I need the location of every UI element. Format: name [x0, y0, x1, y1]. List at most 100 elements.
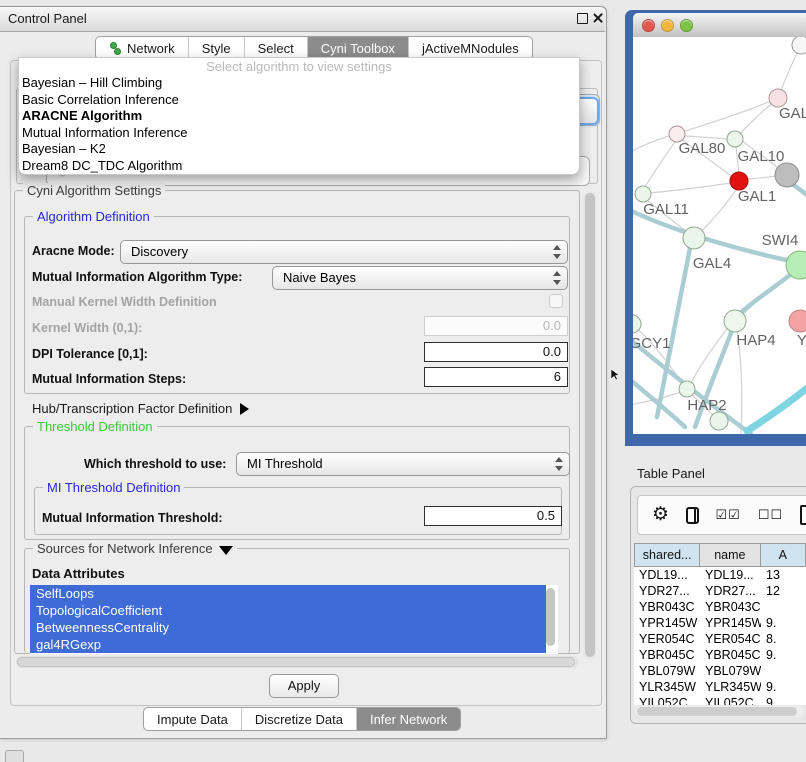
mi-type-select[interactable]: Naive Bayes — [272, 266, 568, 290]
window-minimize-light[interactable] — [661, 19, 674, 32]
tab-network[interactable]: Network — [96, 37, 188, 59]
scrollbar-thumb[interactable] — [17, 657, 575, 667]
table-cell — [761, 663, 806, 679]
panel-horizontal-scrollbar[interactable] — [16, 656, 578, 668]
tab-infer-network[interactable]: Infer Network — [356, 708, 460, 730]
hub-definition-label: Hub/Transcription Factor Definition — [32, 401, 232, 416]
attribute-item[interactable]: SelfLoops — [30, 585, 546, 602]
table-row[interactable]: YBL079WYBL079W — [634, 663, 806, 679]
document-icon[interactable] — [800, 505, 806, 525]
tab-impute-data[interactable]: Impute Data — [144, 708, 241, 730]
network-edge[interactable] — [684, 136, 727, 139]
table-row[interactable]: YDR27...YDR27...12 — [634, 583, 806, 599]
algorithm-option[interactable]: Dream8 DC_TDC Algorithm — [19, 158, 579, 175]
table-toolbar — [637, 495, 806, 535]
gear-icon[interactable] — [652, 505, 669, 525]
network-edge[interactable] — [701, 189, 737, 231]
selected-value: Naive Bayes — [283, 267, 356, 289]
table-cell: YBR045C — [634, 647, 700, 663]
minimized-panel-button[interactable] — [5, 750, 24, 762]
network-edge[interactable] — [633, 377, 685, 427]
attribute-item[interactable]: gal4RGexp — [30, 636, 546, 653]
network-edge[interactable] — [747, 176, 776, 179]
table-row[interactable]: YBR045CYBR045C9. — [634, 647, 806, 663]
split-columns-icon[interactable] — [686, 507, 698, 524]
table-cell: YBR043C — [634, 599, 700, 615]
tab-cyni-toolbox[interactable]: Cyni Toolbox — [307, 37, 408, 59]
algorithm-definition-title: Algorithm Definition — [33, 209, 154, 224]
attribute-item[interactable]: BetweennessCentrality — [30, 619, 546, 636]
network-graph: GALGAL80GAL10GAL1GAL11GAL4SWI4HAP4YGCY1H… — [633, 37, 806, 434]
network-edge[interactable] — [685, 98, 778, 131]
aracne-mode-label: Aracne Mode: — [32, 244, 115, 258]
network-canvas[interactable]: GALGAL80GAL10GAL1GAL11GAL4SWI4HAP4YGCY1H… — [633, 37, 806, 434]
tab-jactivemnodules[interactable]: jActiveMNodules — [408, 37, 532, 59]
mi-threshold-field[interactable]: 0.5 — [424, 506, 562, 526]
which-threshold-select[interactable]: MI Threshold — [236, 452, 570, 476]
tab-label: Style — [202, 41, 231, 56]
table-row[interactable]: YER054CYER054C8. — [634, 631, 806, 647]
stepper-arrows-icon — [552, 271, 561, 285]
network-node[interactable] — [633, 315, 641, 333]
aracne-mode-select[interactable]: Discovery — [120, 240, 568, 264]
algorithm-option[interactable]: Bayesian – K2 — [19, 141, 579, 158]
network-edge[interactable] — [739, 275, 790, 315]
algorithm-option[interactable]: Bayesian – Hill Climbing — [19, 75, 579, 92]
table-panel-window: shared...nameA YDL19...YDL19...13YDR27..… — [630, 486, 806, 724]
network-edge[interactable] — [645, 142, 675, 187]
column-header-a[interactable]: A — [761, 544, 806, 566]
network-node[interactable] — [710, 412, 728, 430]
table-row[interactable]: YBR043CYBR043C — [634, 599, 806, 615]
table-row[interactable]: YPR145WYPR145W9. — [634, 615, 806, 631]
table-row[interactable]: YIL052CYIL052C9 — [634, 695, 806, 705]
algorithm-option[interactable]: Basic Correlation Inference — [19, 92, 579, 109]
table-cell: YDL19... — [700, 567, 761, 583]
tab-select[interactable]: Select — [244, 37, 307, 59]
table-row[interactable]: YDL19...YDL19...13 — [634, 567, 806, 583]
network-edge[interactable] — [650, 183, 731, 193]
table-row[interactable]: YLR345WYLR345W9. — [634, 679, 806, 695]
column-header-shared-[interactable]: shared... — [635, 544, 700, 566]
network-node[interactable] — [683, 227, 705, 249]
window-close-light[interactable] — [642, 19, 655, 32]
list-scrollbar-thumb[interactable] — [546, 588, 555, 646]
hub-definition-expander[interactable]: Hub/Transcription Factor Definition — [32, 400, 249, 418]
panel-vertical-scrollbar[interactable] — [583, 191, 596, 659]
sources-collapser[interactable]: Sources for Network Inference — [33, 541, 237, 556]
table-cell: YIL052C — [700, 695, 761, 705]
network-edge[interactable] — [633, 136, 669, 153]
scrollbar-thumb[interactable] — [637, 707, 797, 716]
column-header-name[interactable]: name — [700, 544, 760, 566]
network-node[interactable] — [775, 163, 799, 187]
table-cell: YBL079W — [634, 663, 700, 679]
attribute-item[interactable]: TopologicalCoefficient — [30, 602, 546, 619]
network-node[interactable] — [792, 37, 806, 54]
node-label: GAL10 — [738, 148, 785, 165]
tab-style[interactable]: Style — [188, 37, 244, 59]
app-root: Control Panel NetworkStyleSelectCyni Too… — [0, 0, 806, 762]
network-node[interactable] — [727, 131, 743, 147]
tab-label: Cyni Toolbox — [321, 41, 395, 56]
apply-button[interactable]: Apply — [269, 674, 339, 698]
scrollbar-thumb[interactable] — [585, 193, 595, 657]
algorithm-option[interactable]: ARACNE Algorithm — [19, 108, 579, 125]
network-node[interactable] — [724, 310, 746, 332]
window-zoom-light[interactable] — [680, 19, 693, 32]
unchecked-pair-icon[interactable] — [758, 506, 783, 524]
network-node[interactable] — [789, 310, 806, 332]
close-icon[interactable] — [592, 12, 604, 24]
table-cell: YER054C — [700, 631, 761, 647]
checked-pair-icon[interactable] — [716, 506, 741, 524]
network-window-titlebar[interactable] — [633, 13, 806, 38]
tab-discretize-data[interactable]: Discretize Data — [241, 708, 356, 730]
table-cell: 9. — [761, 679, 806, 695]
table-horizontal-scrollbar[interactable] — [635, 706, 804, 717]
float-window-icon[interactable] — [577, 13, 588, 24]
network-edge[interactable] — [747, 385, 806, 431]
dpi-tolerance-field[interactable]: 0.0 — [424, 342, 568, 362]
mi-steps-field[interactable]: 6 — [424, 367, 568, 387]
tab-label: Infer Network — [370, 712, 447, 727]
network-node[interactable] — [679, 381, 695, 397]
algorithm-option[interactable]: Mutual Information Inference — [19, 125, 579, 142]
network-node[interactable] — [635, 186, 651, 202]
